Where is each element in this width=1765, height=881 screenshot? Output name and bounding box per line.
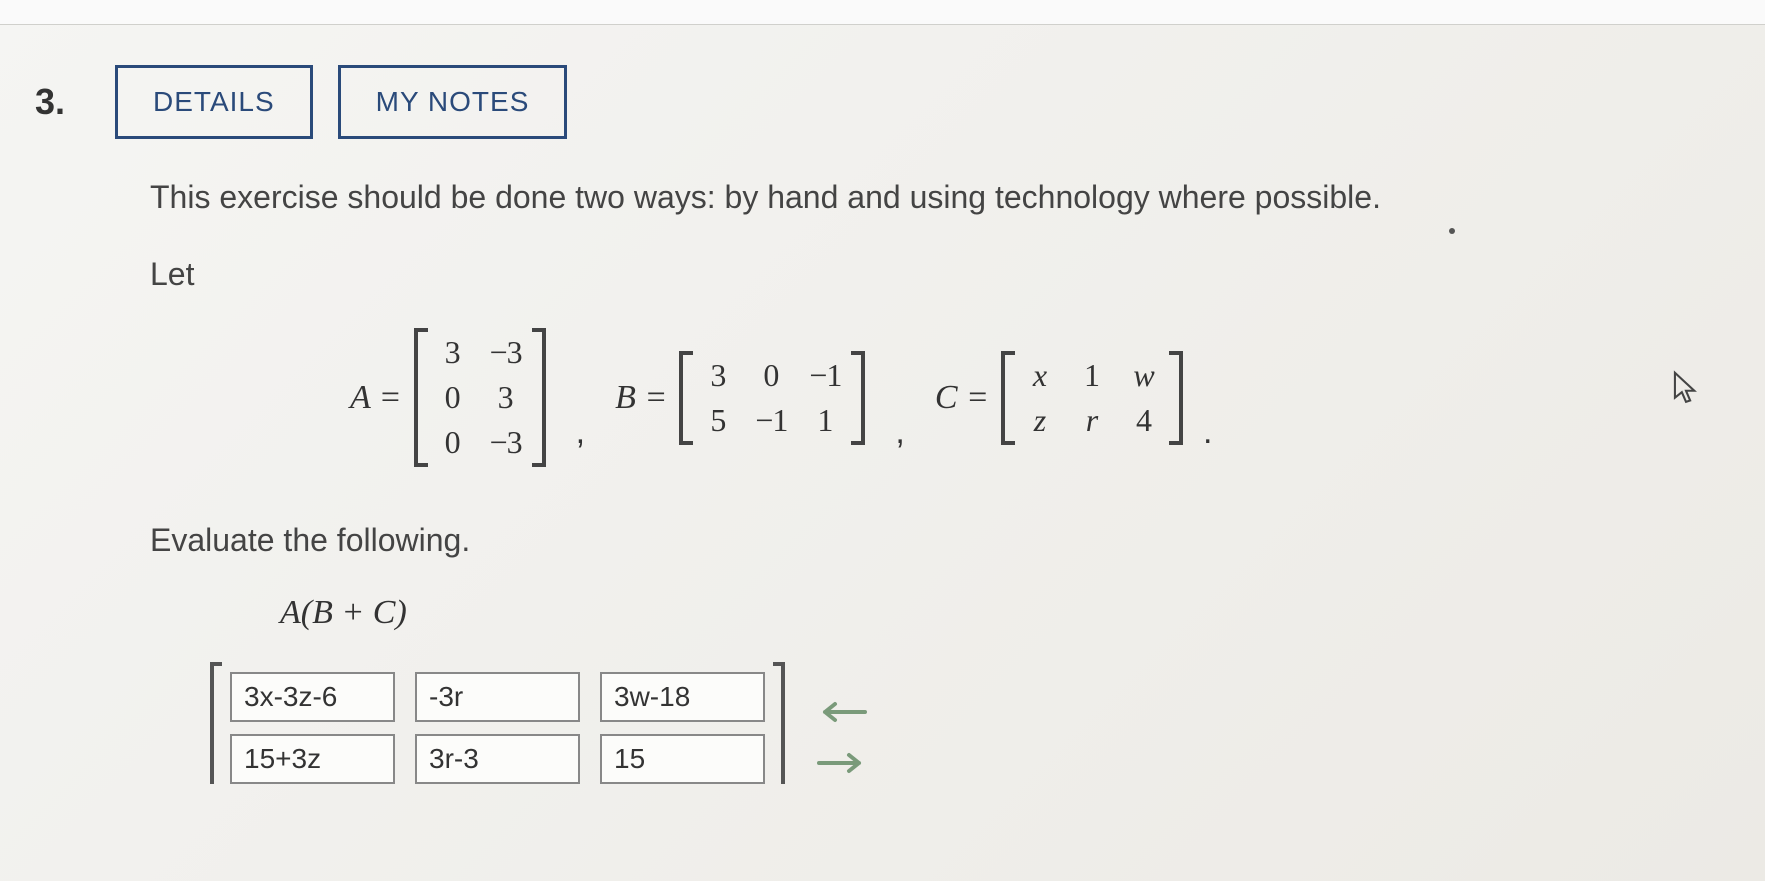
matrix-a-cell: −3	[490, 334, 522, 371]
left-bracket-icon	[679, 351, 693, 445]
matrix-definitions: A = 3 −3 0 3 0 −3 , B =	[350, 328, 1705, 467]
matrix-c-cell: 1	[1077, 357, 1107, 394]
matrix-a-cell: 3	[490, 379, 522, 416]
matrix-c-cell: w	[1129, 357, 1159, 394]
answer-input-r0c0[interactable]	[230, 672, 395, 722]
matrix-c-bracket: x 1 w z r 4	[1001, 351, 1183, 445]
dot-annotation	[1449, 228, 1455, 234]
matrix-b-cell: −1	[755, 402, 787, 439]
matrix-c-cell: r	[1077, 402, 1107, 439]
matrix-b-definition: B = 3 0 −1 5 −1 1	[615, 351, 865, 445]
question-container: 3. DETAILS MY NOTES This exercise should…	[15, 35, 1735, 814]
matrix-c-label: C =	[935, 379, 989, 417]
right-bracket-icon	[1169, 351, 1183, 445]
matrix-a-label: A =	[350, 379, 402, 417]
terminal-period: .	[1203, 413, 1212, 467]
matrix-a-cell: 0	[438, 424, 468, 461]
arrow-right-button[interactable]	[815, 748, 869, 784]
right-bracket-icon	[532, 328, 546, 467]
matrix-c-grid: x 1 w z r 4	[1015, 351, 1169, 445]
question-content: This exercise should be done two ways: b…	[150, 179, 1705, 784]
matrix-a-grid: 3 −3 0 3 0 −3	[428, 328, 532, 467]
matrix-b-cell: 1	[809, 402, 841, 439]
answer-grid	[230, 662, 765, 784]
answer-left-bracket-icon	[210, 662, 222, 784]
instruction-text: This exercise should be done two ways: b…	[150, 179, 1705, 216]
matrix-a-cell: 3	[438, 334, 468, 371]
matrix-a-bracket: 3 −3 0 3 0 −3	[414, 328, 546, 467]
matrix-a-definition: A = 3 −3 0 3 0 −3	[350, 328, 546, 467]
matrix-b-cell: −1	[809, 357, 841, 394]
answer-input-r1c0[interactable]	[230, 734, 395, 784]
arrow-left-icon	[817, 700, 867, 724]
matrix-c-cell: z	[1025, 402, 1055, 439]
matrix-b-cell: 5	[703, 402, 733, 439]
let-text: Let	[150, 256, 1705, 293]
matrix-a-cell: 0	[438, 379, 468, 416]
matrix-c-cell: x	[1025, 357, 1055, 394]
matrix-nav-arrows	[815, 662, 869, 784]
answer-input-r1c2[interactable]	[600, 734, 765, 784]
evaluate-text: Evaluate the following.	[150, 522, 1705, 559]
arrow-left-button[interactable]	[815, 697, 869, 733]
separator-comma: ,	[895, 413, 904, 467]
matrix-b-bracket: 3 0 −1 5 −1 1	[679, 351, 865, 445]
matrix-b-label: B =	[615, 379, 667, 417]
separator-comma: ,	[576, 413, 585, 467]
expression-text: A(B + C)	[280, 594, 1705, 632]
details-button[interactable]: DETAILS	[115, 65, 313, 139]
left-bracket-icon	[1001, 351, 1015, 445]
answer-input-r0c1[interactable]	[415, 672, 580, 722]
cursor-icon	[1672, 370, 1700, 411]
answer-matrix-container	[210, 662, 1705, 784]
left-bracket-icon	[414, 328, 428, 467]
answer-right-bracket-icon	[773, 662, 785, 784]
matrix-c-cell: 4	[1129, 402, 1159, 439]
answer-matrix	[210, 662, 785, 784]
matrix-c-definition: C = x 1 w z r 4	[935, 351, 1183, 445]
top-border-strip	[0, 0, 1765, 25]
matrix-b-cell: 0	[755, 357, 787, 394]
arrow-right-icon	[817, 751, 867, 775]
my-notes-button[interactable]: MY NOTES	[338, 65, 568, 139]
matrix-a-cell: −3	[490, 424, 522, 461]
right-bracket-icon	[851, 351, 865, 445]
question-number: 3.	[35, 81, 65, 123]
answer-input-r0c2[interactable]	[600, 672, 765, 722]
answer-input-r1c1[interactable]	[415, 734, 580, 784]
question-header: 3. DETAILS MY NOTES	[35, 65, 1705, 139]
matrix-b-grid: 3 0 −1 5 −1 1	[693, 351, 851, 445]
matrix-b-cell: 3	[703, 357, 733, 394]
